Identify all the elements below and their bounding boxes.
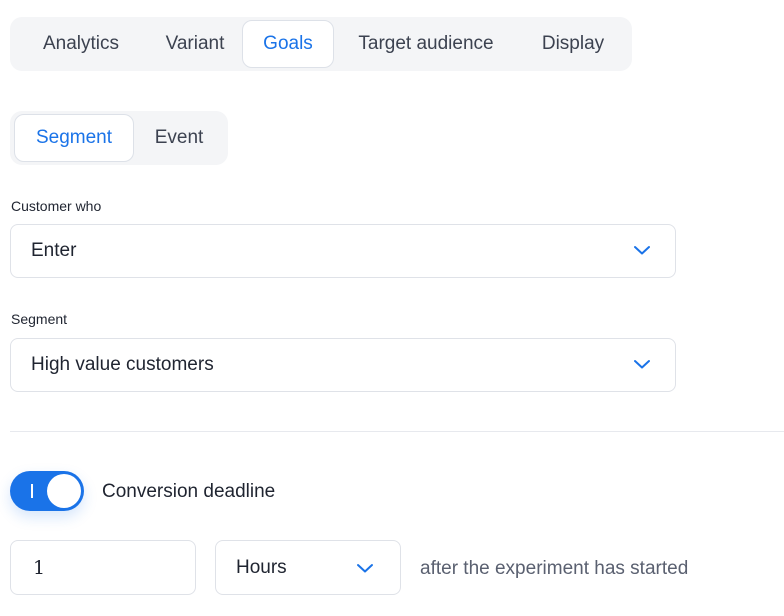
deadline-unit-value: Hours bbox=[236, 556, 287, 578]
customer-who-value: Enter bbox=[31, 240, 77, 261]
chevron-down-icon bbox=[357, 564, 373, 573]
deadline-unit-select[interactable]: Hours bbox=[215, 540, 401, 595]
toggle-knob bbox=[47, 474, 81, 508]
section-divider bbox=[10, 431, 784, 432]
tab-analytics[interactable]: Analytics bbox=[14, 20, 148, 68]
tab-goals[interactable]: Goals bbox=[242, 20, 334, 68]
goal-type-switch: Segment Event bbox=[10, 111, 228, 165]
segment-value: High value customers bbox=[31, 354, 214, 375]
chevron-down-icon bbox=[634, 246, 650, 255]
conversion-deadline-toggle[interactable] bbox=[10, 471, 84, 511]
main-tabs: Analytics Variant Goals Target audience … bbox=[10, 17, 632, 71]
conversion-deadline-label: Conversion deadline bbox=[102, 481, 276, 502]
goal-type-segment[interactable]: Segment bbox=[14, 114, 134, 162]
chevron-down-icon bbox=[634, 360, 650, 369]
deadline-suffix-text: after the experiment has started bbox=[420, 558, 689, 579]
segment-label: Segment bbox=[11, 311, 68, 327]
segment-select[interactable]: High value customers bbox=[10, 338, 676, 392]
customer-who-select[interactable]: Enter bbox=[10, 224, 676, 278]
goal-type-event[interactable]: Event bbox=[134, 114, 224, 162]
deadline-amount-input[interactable] bbox=[10, 540, 196, 595]
tab-variant[interactable]: Variant bbox=[148, 20, 242, 68]
tab-display[interactable]: Display bbox=[518, 20, 628, 68]
toggle-on-indicator bbox=[31, 484, 33, 498]
tab-target-audience[interactable]: Target audience bbox=[334, 20, 518, 68]
customer-who-label: Customer who bbox=[11, 198, 102, 214]
